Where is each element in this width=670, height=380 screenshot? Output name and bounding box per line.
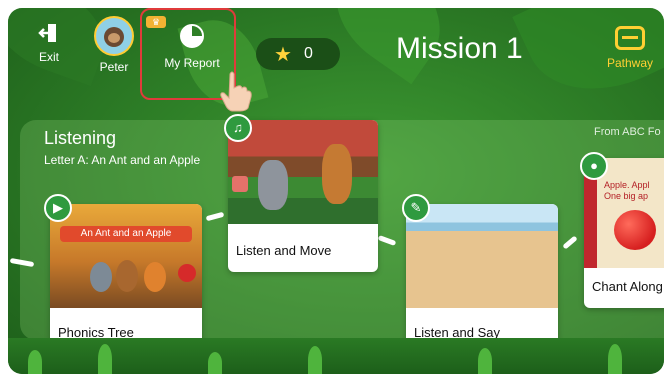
activity-label: Listen and Move bbox=[236, 243, 332, 258]
activity-card-listen-and-say[interactable]: Listen and Say bbox=[406, 204, 558, 354]
raccoon-figure bbox=[90, 262, 112, 292]
star-icon: ★ bbox=[274, 43, 292, 66]
exit-door-icon bbox=[32, 22, 66, 50]
video-icon: ▶ bbox=[44, 194, 72, 222]
profile-button[interactable]: Peter bbox=[92, 16, 136, 74]
music-note-icon: ♫ bbox=[224, 114, 252, 142]
exit-label: Exit bbox=[38, 50, 59, 64]
activity-card-phonics-tree[interactable]: An Ant and an Apple Phonics Tree bbox=[50, 204, 202, 354]
activity-thumbnail bbox=[228, 120, 378, 224]
exit-button[interactable]: Exit bbox=[32, 22, 66, 64]
profile-name: Peter bbox=[99, 60, 129, 74]
plant-frond bbox=[208, 352, 222, 374]
my-report-button[interactable]: My Report bbox=[150, 24, 234, 70]
avatar bbox=[94, 16, 134, 56]
app-window: Exit Peter ♛ My Report ★ 0 Mission 1 Pat… bbox=[8, 8, 664, 374]
top-bar: Exit Peter ♛ My Report ★ 0 Mission 1 Pat… bbox=[8, 8, 664, 112]
plant-frond bbox=[478, 348, 492, 374]
pathway-label: Pathway bbox=[606, 56, 654, 70]
activity-card-listen-and-move[interactable]: Listen and Move bbox=[228, 120, 378, 272]
fox-figure bbox=[144, 262, 166, 292]
jungle-ground bbox=[8, 338, 664, 374]
section-title: Listening bbox=[44, 128, 117, 148]
raccoon-figure bbox=[258, 160, 288, 210]
plant-frond bbox=[308, 346, 322, 374]
plant-frond bbox=[28, 350, 42, 374]
source-label: From ABC Fo bbox=[594, 126, 661, 138]
bear-figure bbox=[322, 144, 352, 204]
plant-frond bbox=[608, 344, 622, 374]
report-label: My Report bbox=[164, 56, 220, 70]
pathway-icon bbox=[615, 26, 645, 50]
speech-bubbles-icon: ✎ bbox=[402, 194, 430, 222]
activity-label: Chant Along bbox=[592, 279, 663, 294]
activity-thumbnail bbox=[406, 204, 558, 308]
card-prop bbox=[232, 176, 248, 192]
thumbnail-banner: An Ant and an Apple bbox=[60, 226, 192, 242]
apple-figure bbox=[178, 264, 196, 282]
star-counter: ★ 0 bbox=[256, 38, 340, 70]
activity-thumbnail: An Ant and an Apple bbox=[50, 204, 202, 308]
pathway-button[interactable]: Pathway bbox=[600, 26, 660, 70]
section-subtitle: Letter A: An Ant and an Apple bbox=[44, 153, 201, 167]
thumbnail-text: Apple. Appl One big ap bbox=[604, 180, 650, 201]
star-count: 0 bbox=[303, 45, 313, 62]
page-title: Mission 1 bbox=[396, 32, 523, 65]
plant-frond bbox=[98, 344, 112, 374]
activity-card-chant-along[interactable]: Apple. Appl One big ap Chant Along bbox=[584, 158, 664, 308]
pie-chart-icon bbox=[180, 24, 204, 48]
apple-figure bbox=[614, 210, 656, 250]
pointing-hand-icon bbox=[220, 71, 252, 112]
microphone-icon: ● bbox=[580, 152, 608, 180]
bear-figure bbox=[116, 260, 138, 292]
